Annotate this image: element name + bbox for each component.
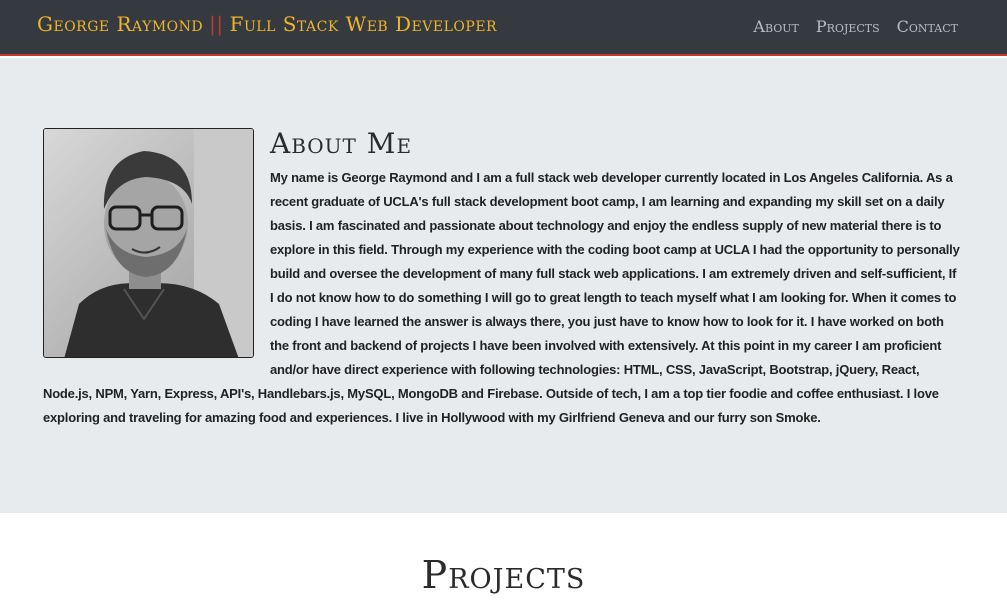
brand-separator: || [209, 12, 224, 36]
brand-role: Full Stack Web Developer [229, 12, 498, 36]
brand-name: George Raymond [37, 12, 204, 36]
nav-link-about[interactable]: About [753, 17, 798, 36]
profile-photo [43, 128, 254, 358]
projects-title: Projects [421, 553, 586, 597]
projects-section: Projects [0, 513, 1007, 615]
brand[interactable]: George Raymond || Full Stack Web Developer [37, 12, 497, 36]
about-content: About Me My name is George Raymond and I… [43, 128, 961, 430]
nav-links: About Projects Contact [753, 17, 958, 36]
navbar: George Raymond || Full Stack Web Developer… [0, 0, 1007, 56]
profile-photo-image [44, 129, 253, 357]
about-section: About Me My name is George Raymond and I… [0, 58, 1007, 513]
nav-link-projects[interactable]: Projects [816, 17, 880, 36]
nav-link-contact[interactable]: Contact [897, 17, 958, 36]
